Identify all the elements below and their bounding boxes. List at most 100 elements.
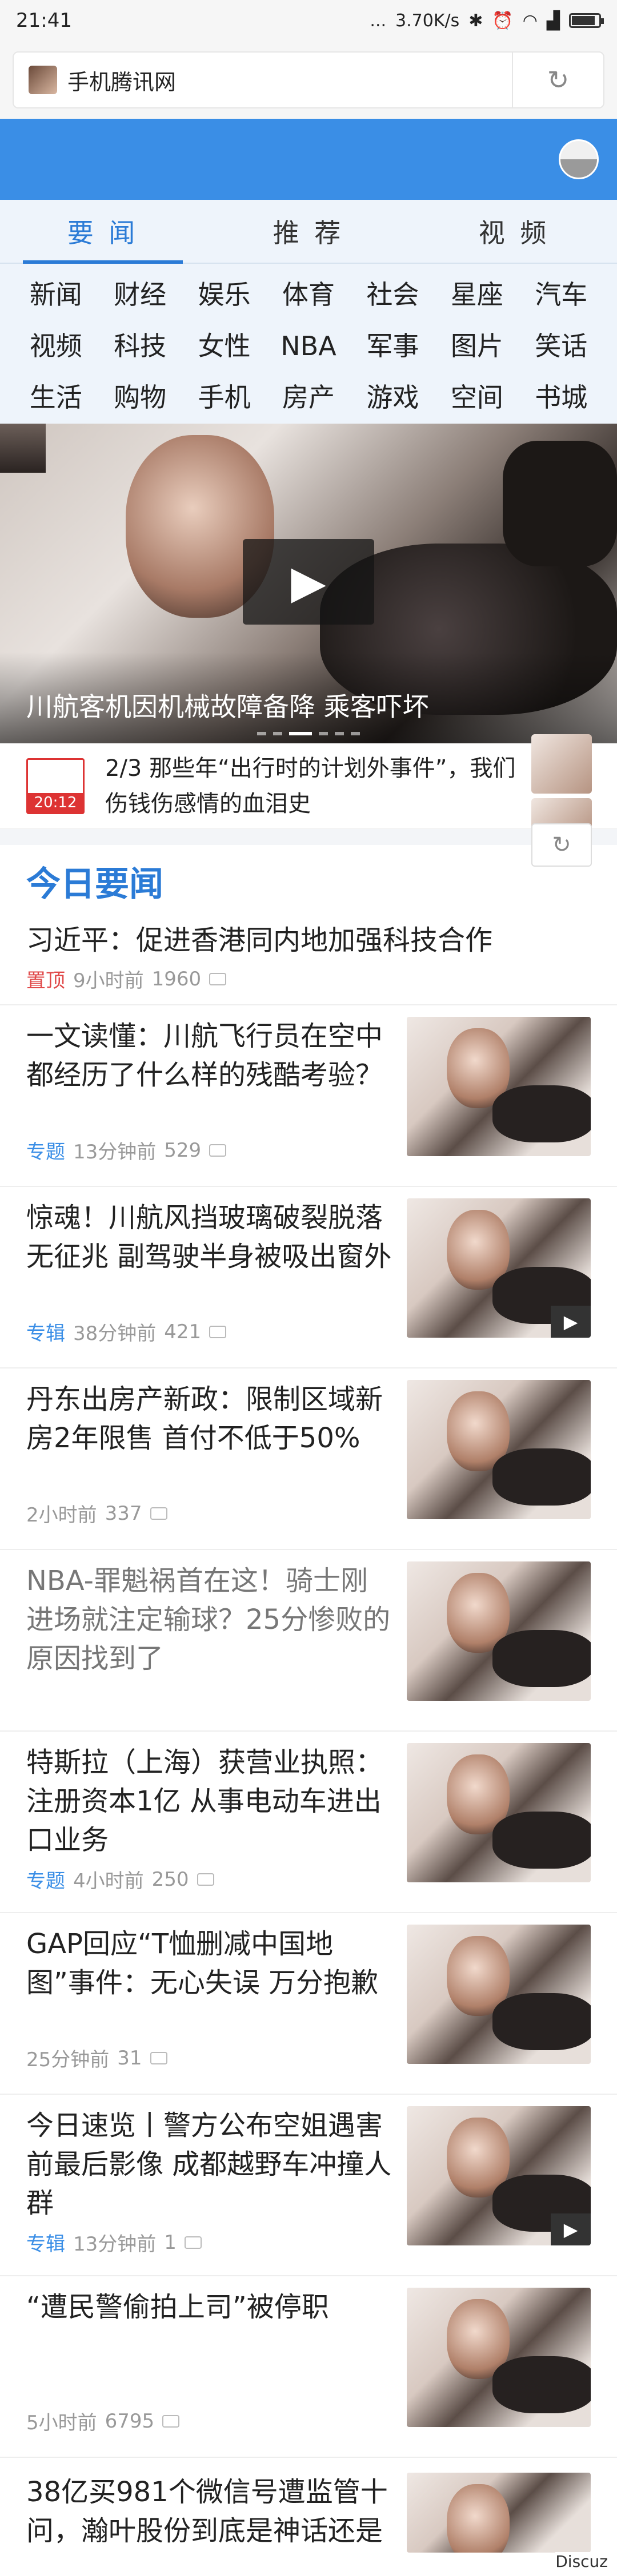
wifi-icon: ◠ <box>522 10 538 31</box>
channel-link[interactable]: 购物 <box>98 378 182 417</box>
status-dots: ... <box>370 10 387 31</box>
news-title[interactable]: 今日速览丨警方公布空姐遇害前最后影像 成都越野车冲撞人群 <box>26 2106 392 2223</box>
status-time: 21:41 <box>16 9 72 32</box>
channel-link[interactable]: 手机 <box>182 378 266 417</box>
carousel-dot <box>351 732 360 735</box>
channel-link[interactable]: 笑话 <box>519 327 603 365</box>
news-thumbnail[interactable] <box>407 2288 591 2427</box>
news-thumbnail[interactable] <box>407 1017 591 1156</box>
hero-carousel[interactable]: ▶ 川航客机因机械故障备降 乘客吓坏 <box>0 424 617 743</box>
channel-link[interactable]: 生活 <box>14 378 98 417</box>
channel-link[interactable]: 新闻 <box>14 275 98 314</box>
battery-icon <box>569 13 604 28</box>
news-tag: 专辑 <box>26 1322 65 1345</box>
channel-link[interactable]: 视频 <box>14 327 98 365</box>
tab-news[interactable]: 要 闻 <box>0 200 206 264</box>
comment-icon <box>162 2414 180 2428</box>
channel-link[interactable]: 游戏 <box>351 378 435 417</box>
news-title[interactable]: GAP回应“T恤删减中国地图”事件：无心失误 万分抱歉 <box>26 1925 392 2002</box>
hero-image-part <box>503 441 617 566</box>
signal-icon: ▟ <box>546 10 560 31</box>
news-title[interactable]: “遭民警偷拍上司”被停职 <box>26 2288 392 2327</box>
news-thumbnail[interactable] <box>407 1925 591 2064</box>
news-thumbnail[interactable] <box>407 1561 591 1701</box>
news-time: 4小时前 <box>73 1870 144 1893</box>
carousel-dot <box>335 732 344 735</box>
url-field[interactable]: 手机腾讯网 ↻ <box>13 51 604 108</box>
news-tag: 专题 <box>26 1141 65 1164</box>
news-time: 2小时前 <box>26 1504 97 1527</box>
news-item[interactable]: 一文读懂：川航飞行员在空中都经历了什么样的残酷考验？ 专题 13分钟前 529 <box>0 1005 617 1187</box>
comment-count: 529 <box>164 1138 202 1162</box>
channel-link[interactable]: 书城 <box>519 378 603 417</box>
refresh-button[interactable]: ↻ <box>512 53 603 107</box>
news-thumbnail[interactable]: ▶ <box>407 2106 591 2245</box>
badge-time: 20:12 <box>28 792 83 812</box>
channel-link[interactable]: 星座 <box>435 275 519 314</box>
main-tabs: 要 闻 推 荐 视 频 <box>0 200 617 264</box>
news-item[interactable]: 惊魂！川航风挡玻璃破裂脱落无征兆 副驾驶半身被吸出窗外 专辑 38分钟前 421… <box>0 1187 617 1368</box>
hero-caption[interactable]: 川航客机因机械故障备降 乘客吓坏 <box>0 652 617 743</box>
channel-link[interactable]: 房产 <box>266 378 350 417</box>
channel-link[interactable]: 娱乐 <box>182 275 266 314</box>
channel-link[interactable]: 财经 <box>98 275 182 314</box>
refresh-icon[interactable]: ↻ <box>531 823 592 867</box>
news-meta: 专题 13分钟前 529 <box>26 1136 392 1164</box>
carousel-dot-active <box>289 732 312 735</box>
channel-link[interactable]: 体育 <box>266 275 350 314</box>
tab-recommend[interactable]: 推 荐 <box>206 200 411 263</box>
news-thumbnail[interactable] <box>407 1743 591 1882</box>
news-item[interactable]: “遭民警偷拍上司”被停职 5小时前 6795 <box>0 2276 617 2458</box>
channel-link[interactable]: 社会 <box>351 275 435 314</box>
channel-link[interactable]: 空间 <box>435 378 519 417</box>
tab-video[interactable]: 视 频 <box>411 200 617 263</box>
news-item[interactable]: 今日速览丨警方公布空姐遇害前最后影像 成都越野车冲撞人群 专辑 13分钟前 1 … <box>0 2095 617 2276</box>
comment-icon <box>197 1873 214 1886</box>
news-title[interactable]: 习近平：促进香港同内地加强科技合作 <box>26 917 591 959</box>
news-time: 13分钟前 <box>73 1141 157 1164</box>
carousel-dot <box>273 732 282 735</box>
news-thumbnail[interactable]: ▶ <box>407 1198 591 1338</box>
comment-count: 31 <box>117 2046 142 2070</box>
news-title[interactable]: 38亿买981个微信号遭监管十问，瀚叶股份到底是神话还是 <box>26 2473 392 2550</box>
news-title[interactable]: 丹东出房产新政：限制区域新房2年限售 首付不低于50% <box>26 1380 392 1458</box>
side-thumbnail[interactable] <box>531 734 592 794</box>
channel-link[interactable]: NBA <box>266 327 350 365</box>
comment-count: 250 <box>151 1867 189 1891</box>
section-title: 今日要闻 <box>26 864 163 904</box>
news-time: 9小时前 <box>73 969 144 992</box>
bluetooth-icon: ✱ <box>468 10 483 31</box>
news-thumbnail[interactable] <box>407 2473 591 2553</box>
news-item[interactable]: GAP回应“T恤删减中国地图”事件：无心失误 万分抱歉 25分钟前 31 <box>0 1913 617 2095</box>
user-avatar[interactable] <box>559 139 599 179</box>
video-play-button[interactable]: ▶ <box>243 539 374 625</box>
site-header <box>0 119 617 200</box>
news-item[interactable]: 38亿买981个微信号遭监管十问，瀚叶股份到底是神话还是 <box>0 2458 617 2553</box>
news-meta: 专题 4小时前 250 <box>26 1865 392 1893</box>
scroll-news[interactable]: 20:12 2/3 那些年“出行时的计划外事件”，我们伤钱伤感情的血泪史 <box>0 734 617 835</box>
news-thumbnail[interactable] <box>407 1380 591 1519</box>
news-title[interactable]: 一文读懂：川航飞行员在空中都经历了什么样的残酷考验？ <box>26 1017 392 1094</box>
scroll-news-text[interactable]: 2/3 那些年“出行时的计划外事件”，我们伤钱伤感情的血泪史 <box>105 751 516 822</box>
news-item[interactable]: 丹东出房产新政：限制区域新房2年限售 首付不低于50% 2小时前 337 <box>0 1368 617 1550</box>
status-icons: ... 3.70K/s ✱ ⏰ ◠ ▟ <box>370 10 604 31</box>
comment-icon <box>209 1144 227 1157</box>
hero-prev-thumb[interactable] <box>0 424 46 473</box>
channel-link[interactable]: 女性 <box>182 327 266 365</box>
news-title[interactable]: 特斯拉（上海）获营业执照：注册资本1亿 从事电动车进出口业务 <box>26 1743 392 1859</box>
channel-link[interactable]: 汽车 <box>519 275 603 314</box>
channel-link[interactable]: 图片 <box>435 327 519 365</box>
top-news-item[interactable]: 习近平：促进香港同内地加强科技合作 置顶 9小时前 1960 <box>0 917 617 1005</box>
news-meta: 2小时前 337 <box>26 1499 392 1527</box>
news-title[interactable]: 惊魂！川航风挡玻璃破裂脱落无征兆 副驾驶半身被吸出窗外 <box>26 1198 392 1276</box>
news-meta: 置顶 9小时前 1960 <box>26 965 591 993</box>
news-item[interactable]: NBA-罪魁祸首在这！骑士刚进场就注定输球？25分惨败的原因找到了 <box>0 1550 617 1732</box>
site-title: 手机腾讯网 <box>67 69 177 95</box>
news-item[interactable]: 特斯拉（上海）获营业执照：注册资本1亿 从事电动车进出口业务 专题 4小时前 2… <box>0 1732 617 1913</box>
channel-link[interactable]: 军事 <box>351 327 435 365</box>
channel-link[interactable]: 科技 <box>98 327 182 365</box>
comment-count: 6795 <box>105 2409 155 2433</box>
news-title[interactable]: NBA-罪魁祸首在这！骑士刚进场就注定输球？25分惨败的原因找到了 <box>26 1561 392 1678</box>
calendar-icon: 20:12 <box>26 758 85 814</box>
news-meta: 25分钟前 31 <box>26 2044 392 2072</box>
